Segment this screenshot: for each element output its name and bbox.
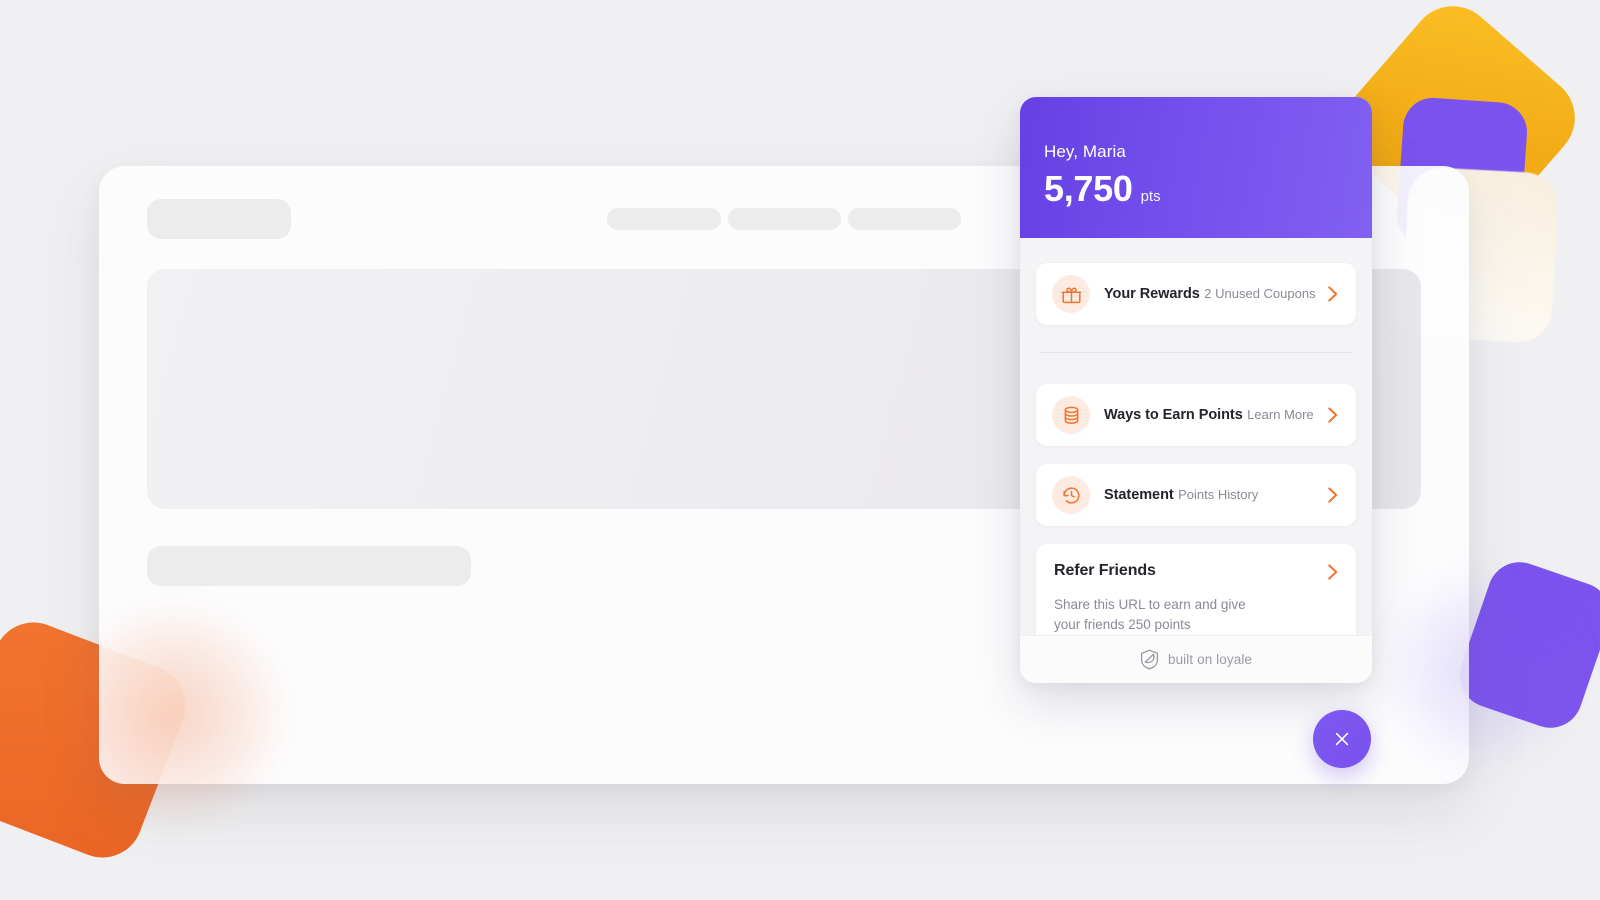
footer-label: built on loyale <box>1167 652 1253 667</box>
menu-item-subtitle: Points History <box>1178 486 1259 502</box>
refer-friends-card[interactable]: Refer Friends Share this URL to earn and… <box>1036 544 1356 635</box>
nav-item-placeholder-1 <box>607 208 721 230</box>
loyalty-widget-panel: Hey, Maria 5,750 pts Your Rewards 2 Unus… <box>1020 97 1372 683</box>
points-value: 5,750 <box>1044 168 1133 209</box>
close-icon <box>1332 729 1352 749</box>
chevron-right-icon[interactable] <box>1322 485 1342 505</box>
menu-item-text: Ways to Earn Points Learn More <box>1104 406 1322 424</box>
widget-header: Hey, Maria 5,750 pts <box>1020 97 1372 238</box>
menu-item-text: Your Rewards 2 Unused Coupons <box>1104 285 1322 303</box>
menu-item-your-rewards[interactable]: Your Rewards 2 Unused Coupons <box>1036 263 1356 325</box>
nav-item-placeholder-2 <box>728 208 841 230</box>
logo-placeholder <box>147 199 291 239</box>
menu-item-title: Ways to Earn Points <box>1104 406 1243 423</box>
loyale-shield-icon <box>1140 649 1159 670</box>
refer-friends-description: Share this URL to earn and give your fri… <box>1054 597 1246 632</box>
footer-placeholder <box>147 546 471 586</box>
refer-friends-title: Refer Friends <box>1054 562 1156 579</box>
chevron-right-icon[interactable] <box>1322 405 1342 425</box>
coins-icon <box>1052 396 1090 434</box>
menu-item-title: Statement <box>1104 486 1174 503</box>
purple-glow <box>1390 560 1580 780</box>
menu-item-ways-to-earn-points[interactable]: Ways to Earn Points Learn More <box>1036 384 1356 446</box>
menu-item-subtitle: 2 Unused Coupons <box>1204 285 1316 301</box>
nav-item-placeholder-3 <box>848 208 961 230</box>
widget-footer: built on loyale <box>1020 635 1372 683</box>
chevron-right-icon[interactable] <box>1322 284 1342 304</box>
orange-glow <box>60 600 290 830</box>
gift-icon <box>1052 275 1090 313</box>
points-unit: pts <box>1140 188 1161 205</box>
menu-item-text: Statement Points History <box>1104 486 1322 504</box>
refer-friends-header: Refer Friends <box>1054 562 1342 582</box>
menu-item-subtitle: Learn More <box>1247 406 1314 422</box>
close-widget-button[interactable] <box>1313 710 1371 768</box>
widget-body: Your Rewards 2 Unused Coupons Ways to Ea… <box>1020 238 1372 635</box>
chevron-right-icon[interactable] <box>1322 562 1342 582</box>
greeting-text: Hey, Maria <box>1044 142 1126 161</box>
section-divider <box>1039 352 1353 353</box>
menu-item-statement[interactable]: Statement Points History <box>1036 464 1356 526</box>
menu-item-title: Your Rewards <box>1104 285 1200 302</box>
history-clock-icon <box>1052 476 1090 514</box>
points-balance: 5,750 pts <box>1044 171 1372 207</box>
